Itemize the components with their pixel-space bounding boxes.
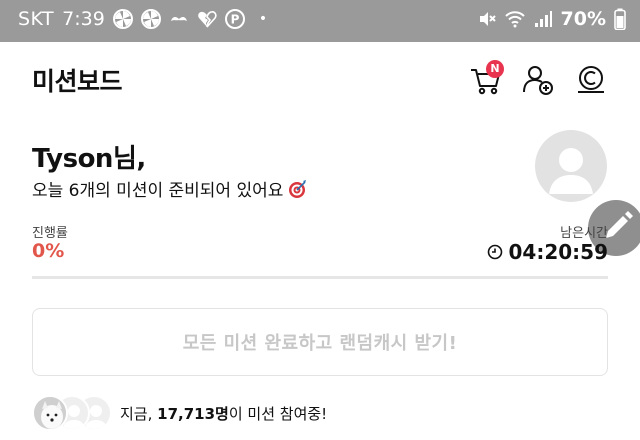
complete-all-reward-button[interactable]: 모든 미션 완료하고 랜덤캐시 받기! (32, 308, 608, 376)
status-right: 70% (477, 8, 626, 30)
greeting-text: 오늘 6개의 미션이 준비되어 있어요 (32, 181, 284, 201)
remaining-time: 04:20:59 (487, 240, 609, 264)
page-title: 미션보드 (32, 67, 123, 96)
participants-text: 지금, 17,713명이 미션 참여중! (120, 403, 327, 424)
cash-coin-icon[interactable] (573, 62, 609, 98)
status-bar: SKT 7:39 P • 70% (0, 0, 640, 42)
svg-text:P: P (230, 13, 239, 27)
greeting-message: 오늘 6개의 미션이 준비되어 있어요 (32, 176, 307, 201)
reward-button-label: 모든 미션 완료하고 랜덤캐시 받기! (182, 333, 458, 354)
add-user-icon[interactable] (520, 62, 556, 98)
progress-label: 진행률 (32, 226, 68, 241)
greeting-name: Tyson님, (32, 144, 146, 174)
broken-heart-icon (198, 11, 217, 28)
pinwheel-icon (140, 9, 161, 29)
user-placeholder-icon (549, 148, 593, 194)
status-left: SKT 7:39 P • (18, 8, 267, 30)
new-badge: N (486, 60, 504, 78)
mute-icon (479, 12, 496, 26)
carrier-label: SKT (18, 8, 55, 30)
progress-track (32, 276, 608, 279)
pinwheel-icon (112, 9, 133, 29)
participant-avatar (32, 395, 68, 431)
clock: 7:39 (62, 8, 105, 30)
battery-icon (614, 8, 626, 30)
participants-count: 17,713명 (157, 404, 229, 423)
remaining-time-label: 남은시간 (560, 226, 608, 241)
clock-icon (487, 244, 502, 260)
battery-percent: 70% (560, 8, 606, 30)
profile-avatar[interactable] (535, 130, 607, 202)
participants-prefix: 지금, (120, 404, 158, 423)
participants-suffix: 이 미션 참여중! (228, 404, 328, 423)
parking-icon: P (224, 9, 245, 29)
notification-dot: • (258, 11, 268, 27)
target-icon (289, 179, 307, 198)
remaining-time-value: 04:20:59 (508, 240, 609, 264)
wifi-icon (504, 11, 525, 28)
progress-value: 0% (32, 240, 65, 262)
signal-icon (534, 11, 552, 27)
mustache-icon (170, 17, 187, 21)
participants-row: 지금, 17,713명이 미션 참여중! (32, 394, 327, 432)
